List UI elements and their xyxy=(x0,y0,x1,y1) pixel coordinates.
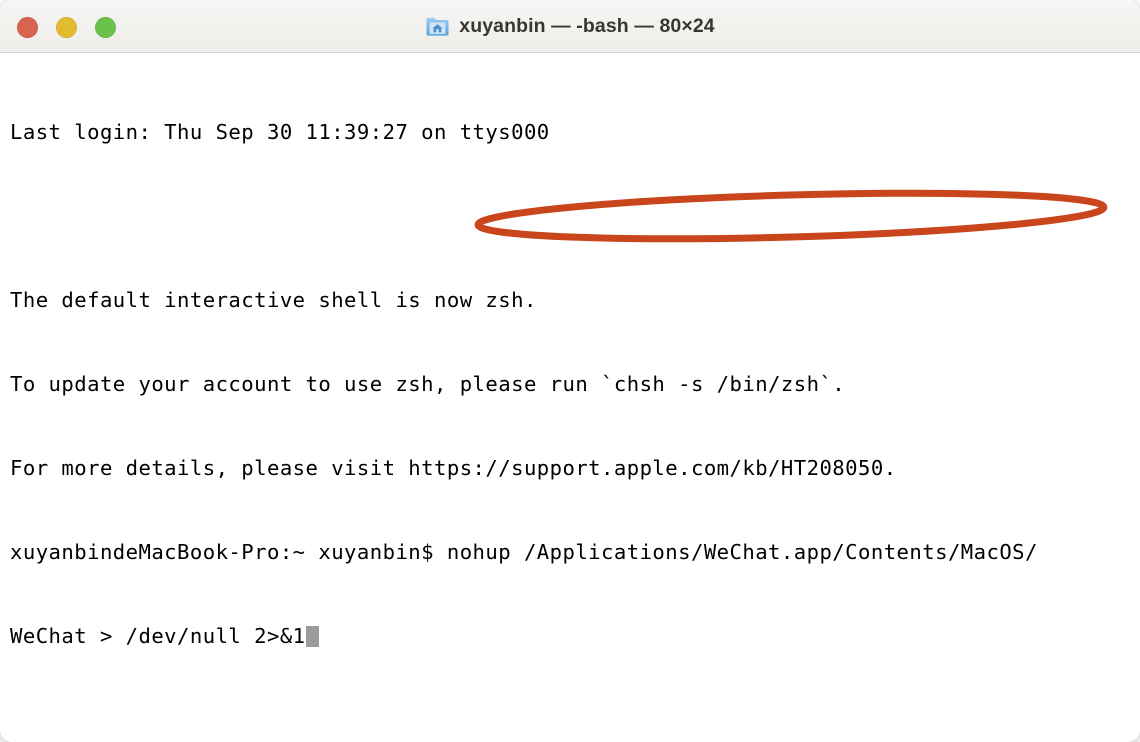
window-titlebar[interactable]: xuyanbin — -bash — 80×24 xyxy=(0,0,1140,53)
terminal-command-line: xuyanbindeMacBook-Pro:~ xuyanbin$ nohup … xyxy=(10,540,1038,564)
terminal-command-tail: WeChat > /dev/null 2>&1 xyxy=(10,624,306,648)
terminal-line: Last login: Thu Sep 30 11:39:27 on ttys0… xyxy=(10,120,550,144)
terminal-text: Last login: Thu Sep 30 11:39:27 on ttys0… xyxy=(10,62,1140,706)
terminal-output-area[interactable]: Last login: Thu Sep 30 11:39:27 on ttys0… xyxy=(0,53,1140,742)
terminal-line: The default interactive shell is now zsh… xyxy=(10,288,537,312)
window-controls xyxy=(17,17,116,38)
terminal-line: For more details, please visit https://s… xyxy=(10,456,897,480)
home-folder-icon xyxy=(425,15,450,38)
terminal-cursor xyxy=(305,626,319,647)
maximize-button[interactable] xyxy=(95,17,116,38)
minimize-button[interactable] xyxy=(56,17,77,38)
terminal-command-line-wrap: WeChat > /dev/null 2>&1 xyxy=(10,622,1140,650)
titlebar-title-group: xuyanbin — -bash — 80×24 xyxy=(0,0,1140,53)
window-title: xuyanbin — -bash — 80×24 xyxy=(459,15,715,37)
terminal-line: To update your account to use zsh, pleas… xyxy=(10,372,846,396)
terminal-window: xuyanbin — -bash — 80×24 Last login: Thu… xyxy=(0,0,1140,742)
close-button[interactable] xyxy=(17,17,38,38)
